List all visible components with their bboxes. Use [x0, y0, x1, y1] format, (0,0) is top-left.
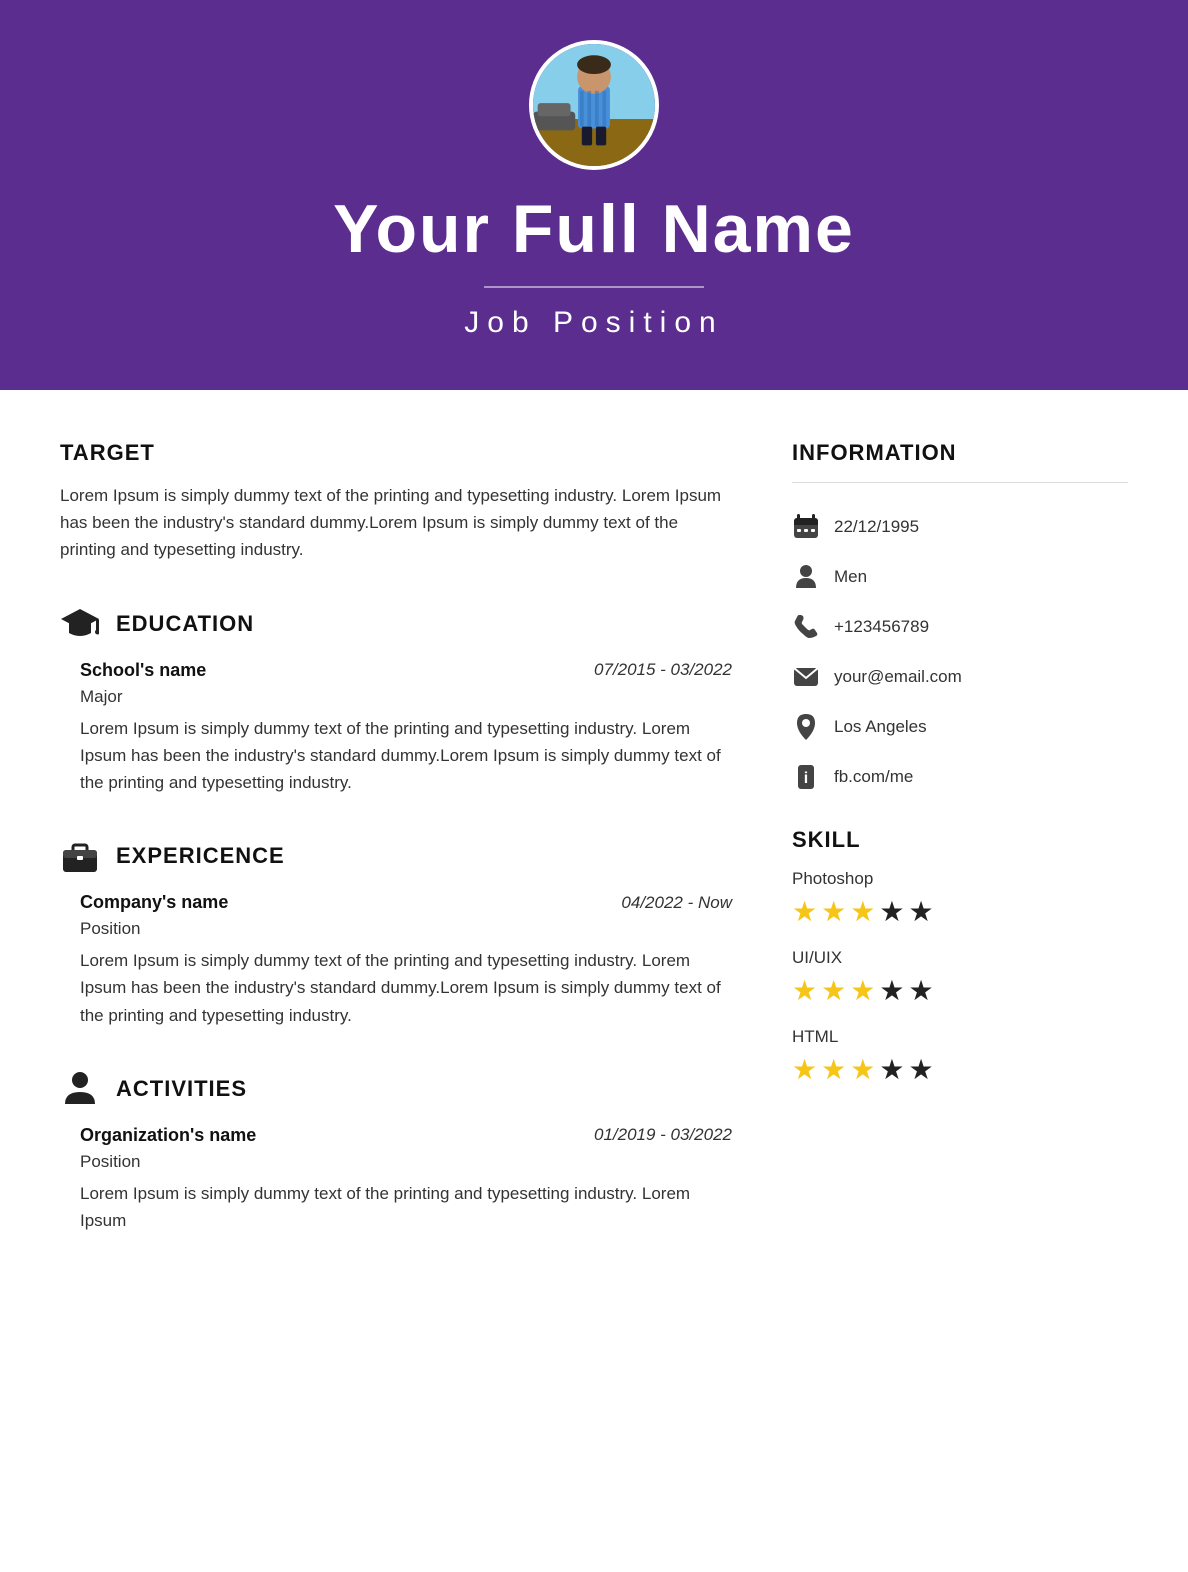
experience-entry: Company's name 04/2022 - Now Position Lo… — [80, 892, 732, 1029]
experience-header: EXPERICENCE — [60, 836, 732, 876]
experience-section: EXPERICENCE Company's name 04/2022 - Now… — [60, 836, 732, 1029]
star-empty-4: ★ — [879, 974, 904, 1007]
header-divider — [484, 286, 704, 288]
education-major: Major — [80, 687, 732, 707]
info-location-value: Los Angeles — [834, 717, 927, 737]
header-job-position: Job Position — [464, 306, 723, 340]
calendar-icon — [792, 513, 820, 541]
star-empty-4: ★ — [879, 1053, 904, 1086]
skill-uiuix: UI/UIX ★ ★ ★ ★ ★ — [792, 948, 1128, 1007]
info-dob-item: 22/12/1995 — [792, 513, 1128, 541]
education-text: Lorem Ipsum is simply dummy text of the … — [80, 715, 732, 797]
star-filled-3: ★ — [850, 974, 875, 1007]
info-phone-value: +123456789 — [834, 617, 929, 637]
star-filled-2: ★ — [821, 1053, 846, 1086]
facebook-icon: i — [792, 763, 820, 791]
right-column: INFORMATION — [792, 440, 1128, 1274]
svg-text:i: i — [804, 770, 808, 787]
info-gender-item: Men — [792, 563, 1128, 591]
skills-section: SKILL Photoshop ★ ★ ★ ★ ★ UI/UIX — [792, 827, 1128, 1086]
education-title: EDUCATION — [116, 611, 254, 637]
activities-title: ACTIVITIES — [116, 1076, 247, 1102]
education-section: EDUCATION School's name 07/2015 - 03/202… — [60, 604, 732, 797]
resume-container: Your Full Name Job Position TARGET Lorem… — [0, 0, 1188, 1572]
skill-photoshop-stars: ★ ★ ★ ★ ★ — [792, 895, 1128, 928]
activities-entry: Organization's name 01/2019 - 03/2022 Po… — [80, 1125, 732, 1234]
experience-company-name: Company's name — [80, 892, 228, 913]
activities-section: ACTIVITIES Organization's name 01/2019 -… — [60, 1069, 732, 1234]
star-filled-1: ★ — [792, 974, 817, 1007]
briefcase-icon — [60, 836, 100, 876]
skill-html-name: HTML — [792, 1027, 1128, 1047]
info-location-item: Los Angeles — [792, 713, 1128, 741]
experience-text: Lorem Ipsum is simply dummy text of the … — [80, 947, 732, 1029]
target-title: TARGET — [60, 440, 732, 466]
skill-html: HTML ★ ★ ★ ★ ★ — [792, 1027, 1128, 1086]
education-header: EDUCATION — [60, 604, 732, 644]
star-empty-4: ★ — [879, 895, 904, 928]
star-filled-1: ★ — [792, 1053, 817, 1086]
header-section: Your Full Name Job Position — [0, 0, 1188, 390]
header-full-name: Your Full Name — [333, 190, 855, 268]
star-empty-5: ★ — [908, 895, 933, 928]
information-title: INFORMATION — [792, 440, 1128, 466]
education-school-name: School's name — [80, 660, 206, 681]
email-icon — [792, 663, 820, 691]
target-text: Lorem Ipsum is simply dummy text of the … — [60, 482, 732, 564]
info-gender-value: Men — [834, 567, 867, 587]
phone-icon — [792, 613, 820, 641]
info-facebook-item: i fb.com/me — [792, 763, 1128, 791]
info-phone-item: +123456789 — [792, 613, 1128, 641]
avatar-image — [533, 40, 655, 170]
star-empty-5: ★ — [908, 974, 933, 1007]
star-filled-2: ★ — [821, 895, 846, 928]
star-filled-2: ★ — [821, 974, 846, 1007]
left-column: TARGET Lorem Ipsum is simply dummy text … — [60, 440, 732, 1274]
star-filled-3: ★ — [850, 1053, 875, 1086]
info-email-value: your@email.com — [834, 667, 962, 687]
activities-person-icon — [60, 1069, 100, 1109]
activities-org-name: Organization's name — [80, 1125, 256, 1146]
avatar — [529, 40, 659, 170]
information-section: INFORMATION — [792, 440, 1128, 791]
skill-photoshop: Photoshop ★ ★ ★ ★ ★ — [792, 869, 1128, 928]
skill-photoshop-name: Photoshop — [792, 869, 1128, 889]
activities-entry-header: Organization's name 01/2019 - 03/2022 — [80, 1125, 732, 1146]
education-date: 07/2015 - 03/2022 — [594, 660, 732, 680]
experience-date: 04/2022 - Now — [621, 893, 732, 913]
experience-title: EXPERICENCE — [116, 843, 285, 869]
person-silhouette-icon — [792, 563, 820, 591]
skills-title: SKILL — [792, 827, 1128, 853]
star-empty-5: ★ — [908, 1053, 933, 1086]
activities-text: Lorem Ipsum is simply dummy text of the … — [80, 1180, 732, 1234]
skill-uiuix-name: UI/UIX — [792, 948, 1128, 968]
skill-uiuix-stars: ★ ★ ★ ★ ★ — [792, 974, 1128, 1007]
activities-date: 01/2019 - 03/2022 — [594, 1125, 732, 1145]
activities-header: ACTIVITIES — [60, 1069, 732, 1109]
graduation-cap-icon — [60, 604, 100, 644]
experience-position: Position — [80, 919, 732, 939]
info-facebook-value: fb.com/me — [834, 767, 913, 787]
education-entry-header: School's name 07/2015 - 03/2022 — [80, 660, 732, 681]
info-dob-value: 22/12/1995 — [834, 517, 919, 537]
education-entry: School's name 07/2015 - 03/2022 Major Lo… — [80, 660, 732, 797]
target-section: TARGET Lorem Ipsum is simply dummy text … — [60, 440, 732, 564]
skill-html-stars: ★ ★ ★ ★ ★ — [792, 1053, 1128, 1086]
star-filled-3: ★ — [850, 895, 875, 928]
star-filled-1: ★ — [792, 895, 817, 928]
location-icon — [792, 713, 820, 741]
main-content: TARGET Lorem Ipsum is simply dummy text … — [0, 390, 1188, 1314]
experience-entry-header: Company's name 04/2022 - Now — [80, 892, 732, 913]
info-email-item: your@email.com — [792, 663, 1128, 691]
info-divider — [792, 482, 1128, 483]
activities-position: Position — [80, 1152, 732, 1172]
